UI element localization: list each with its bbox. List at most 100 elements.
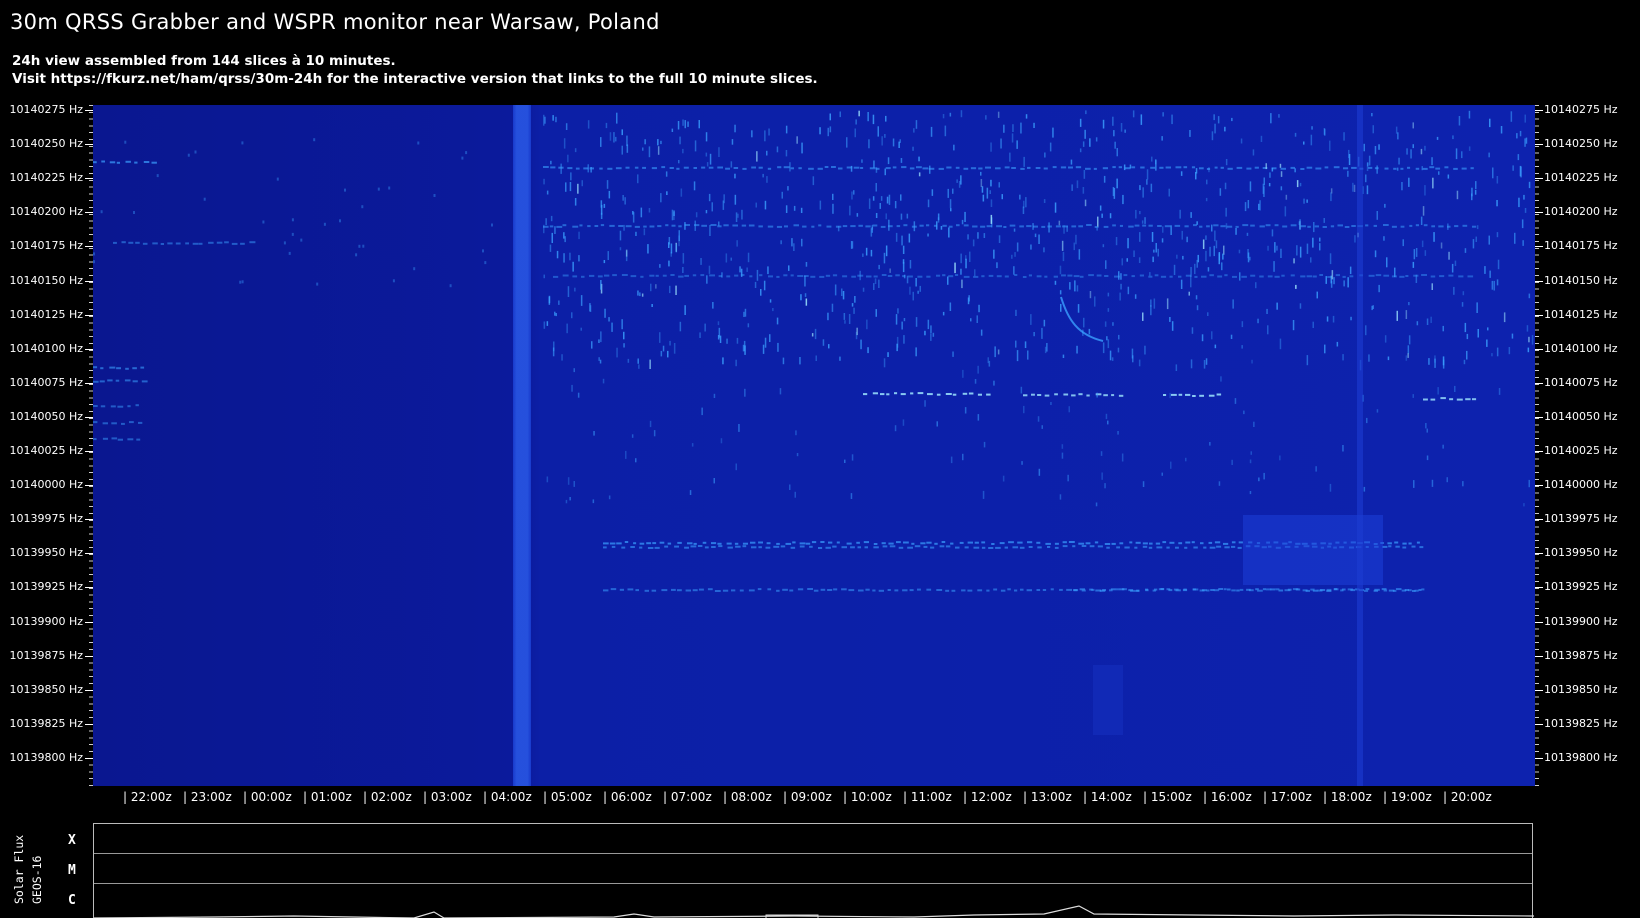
frequency-label: 10140000 Hz — [1544, 478, 1618, 492]
frequency-axis-left: 10140275 Hz 10140250 Hz 10140225 Hz 1014020… — [0, 103, 93, 786]
frequency-label: 10139800 Hz — [1544, 750, 1618, 764]
frequency-tick — [1535, 587, 1543, 589]
frequency-tick — [85, 621, 93, 623]
frequency-tick — [1535, 246, 1543, 248]
frequency-label: 10139975 Hz — [9, 512, 83, 526]
frequency-label: 10140025 Hz — [1544, 444, 1618, 457]
subtitle-line-link[interactable]: Visit https://fkurz.net/ham/qrss/30m-24h… — [12, 70, 818, 88]
flux-class-m: M — [68, 863, 76, 878]
frequency-label: 10140200 Hz — [9, 205, 83, 219]
frequency-label: 10140275 Hz — [1544, 103, 1618, 116]
time-label: | 00:00z — [243, 790, 292, 804]
frequency-tick — [85, 451, 93, 452]
time-label: | 02:00z — [363, 790, 412, 804]
time-label: | 11:00z — [903, 790, 952, 804]
frequency-label: 10140150 Hz — [1544, 273, 1618, 287]
time-label: | 10:00z — [843, 790, 892, 804]
frequency-label: 10140050 Hz — [9, 409, 83, 423]
frequency-label: 10139850 Hz — [9, 682, 83, 696]
frequency-label: 10140075 Hz — [1544, 375, 1618, 389]
time-label: | 05:00z — [543, 790, 592, 804]
frequency-tick — [1535, 212, 1543, 214]
frequency-label: 10140025 Hz — [9, 444, 83, 457]
frequency-tick — [85, 314, 93, 316]
frequency-label: 10139950 Hz — [1544, 546, 1618, 560]
frequency-label: 10140125 Hz — [1544, 307, 1618, 321]
frequency-tick — [1535, 144, 1543, 146]
frequency-tick — [1535, 348, 1543, 350]
interference-strip — [513, 105, 531, 786]
frequency-tick — [85, 348, 93, 350]
frequency-tick — [85, 212, 93, 214]
time-label: | 01:00z — [303, 790, 352, 804]
frequency-label: 10140175 Hz — [1544, 239, 1618, 253]
frequency-tick — [1535, 280, 1543, 282]
frequency-axis-right: 10140275 Hz 10140250 Hz 10140225 Hz 1014020… — [1535, 103, 1640, 786]
frequency-tick — [85, 553, 93, 555]
frequency-label: 10140250 Hz — [9, 137, 83, 151]
frequency-tick — [85, 689, 93, 691]
frequency-tick — [85, 178, 93, 180]
time-label: | 22:00z — [123, 790, 172, 804]
frequency-tick — [1535, 314, 1543, 316]
frequency-label: 10139900 Hz — [1544, 614, 1618, 628]
frequency-label: 10140100 Hz — [9, 341, 83, 355]
frequency-tick — [1535, 655, 1543, 657]
time-label: | 12:00z — [963, 790, 1012, 804]
frequency-tick — [1535, 723, 1543, 725]
time-label: | 16:00z — [1203, 790, 1252, 804]
frequency-tick — [85, 382, 93, 384]
time-label: | 13:00z — [1023, 790, 1072, 804]
time-label: | 07:00z — [663, 790, 712, 804]
frequency-tick — [85, 416, 93, 418]
frequency-label: 10140225 Hz — [9, 171, 83, 185]
frequency-tick — [1535, 519, 1543, 521]
frequency-label: 10140275 Hz — [9, 103, 83, 116]
frequency-tick — [85, 485, 93, 487]
subtitle-line-slices: 24h view assembled from 144 slices à 10 … — [12, 53, 396, 69]
frequency-tick — [85, 723, 93, 725]
time-label: | 18:00z — [1323, 790, 1372, 804]
solar-flux-source: GEOS-16 — [30, 855, 44, 904]
frequency-label: 10140250 Hz — [1544, 137, 1618, 151]
frequency-label: 10140150 Hz — [9, 273, 83, 287]
frequency-label: 10140100 Hz — [1544, 341, 1618, 355]
frequency-label: 10139950 Hz — [9, 546, 83, 560]
frequency-tick — [85, 144, 93, 146]
frequency-tick — [85, 110, 93, 111]
frequency-label: 10140225 Hz — [1544, 171, 1618, 185]
time-label: | 14:00z — [1083, 790, 1132, 804]
frequency-tick — [1535, 485, 1543, 487]
time-label: | 09:00z — [783, 790, 832, 804]
time-axis: | 22:00z | 23:00z | 00:00z | 01:00z | 02:00z… — [93, 786, 1535, 810]
frequency-tick — [85, 280, 93, 282]
frequency-tick — [85, 757, 93, 759]
frequency-tick — [1535, 382, 1543, 384]
frequency-label: 10139875 Hz — [9, 648, 83, 662]
page-subtitle: 24h view assembled from 144 slices à 10 … — [12, 52, 818, 88]
frequency-label: 10139875 Hz — [1544, 648, 1618, 662]
solar-flux-title: Solar Flux — [12, 834, 26, 904]
frequency-label: 10140125 Hz — [9, 307, 83, 321]
time-label: | 03:00z — [423, 790, 472, 804]
waterfall-image — [93, 105, 1535, 786]
frequency-label: 10139900 Hz — [9, 614, 83, 628]
frequency-label: 10140175 Hz — [9, 239, 83, 253]
time-label: | 17:00z — [1263, 790, 1312, 804]
time-label: | 23:00z — [183, 790, 232, 804]
frequency-label: 10140050 Hz — [1544, 409, 1618, 423]
frequency-tick — [85, 246, 93, 248]
frequency-tick — [1535, 416, 1543, 418]
frequency-label: 10139825 Hz — [9, 716, 83, 730]
frequency-label: 10139925 Hz — [9, 580, 83, 594]
frequency-tick — [1535, 178, 1543, 180]
frequency-label: 10139800 Hz — [9, 750, 83, 764]
frequency-label: 10139850 Hz — [1544, 682, 1618, 696]
frequency-label: 10140200 Hz — [1544, 205, 1618, 219]
frequency-tick — [85, 655, 93, 657]
frequency-label: 10139825 Hz — [1544, 716, 1618, 730]
frequency-tick — [85, 519, 93, 521]
waterfall-spectrogram[interactable] — [93, 105, 1535, 786]
frequency-tick — [1535, 110, 1543, 111]
frequency-label: 10139925 Hz — [1544, 580, 1618, 594]
